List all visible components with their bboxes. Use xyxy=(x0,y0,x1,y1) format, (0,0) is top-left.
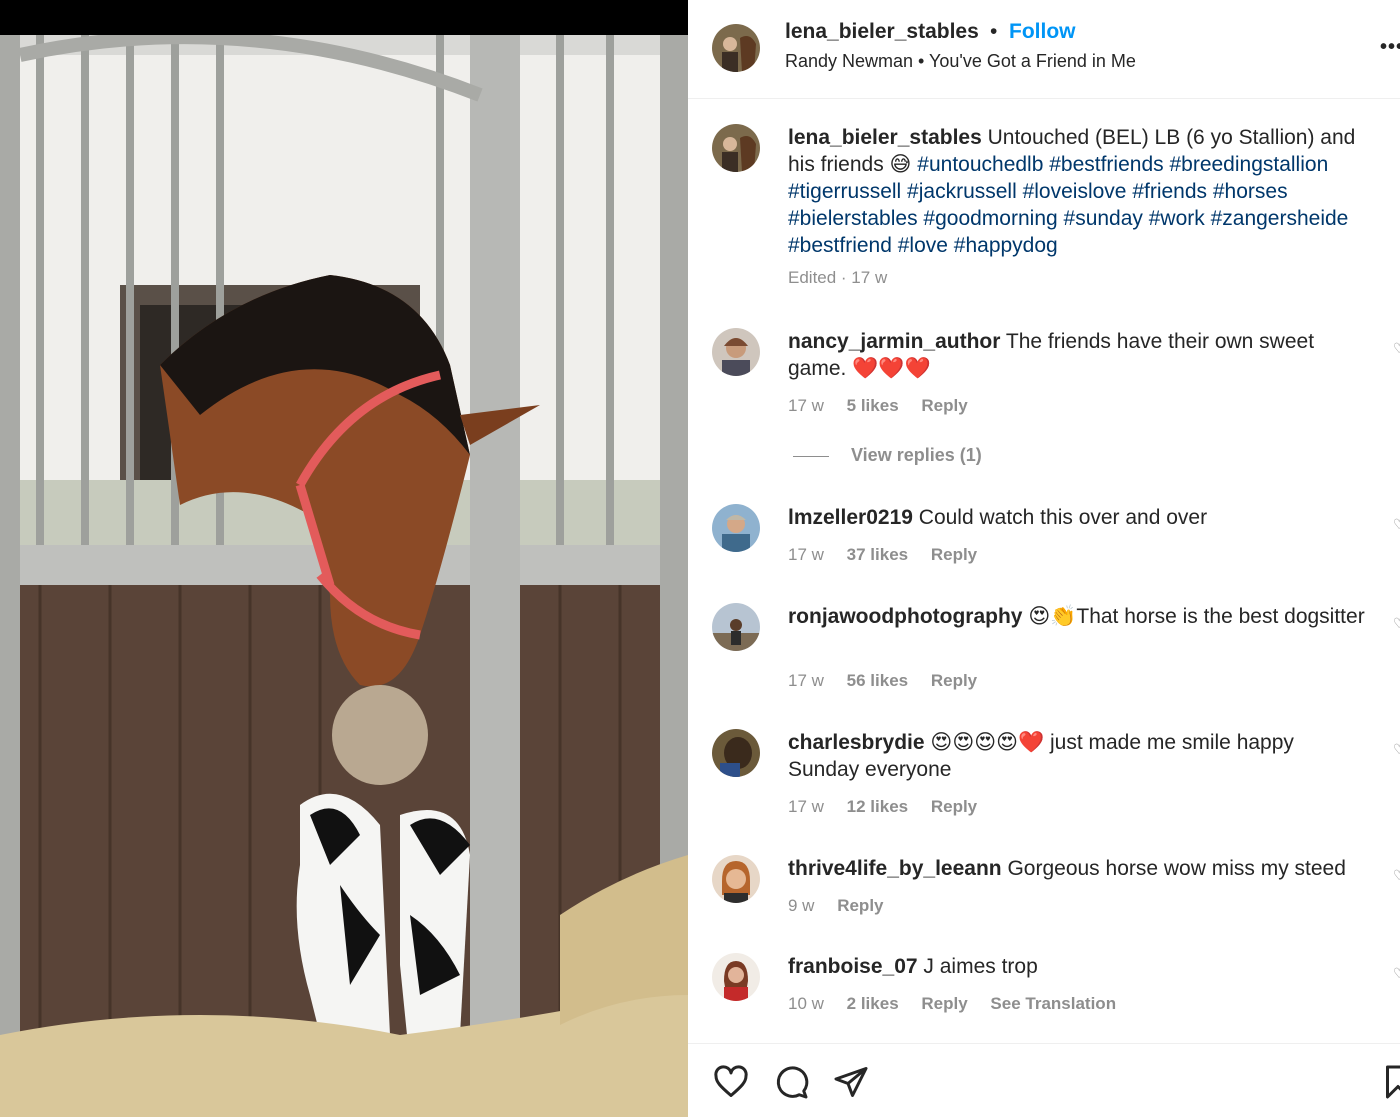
comment-age: 10 w xyxy=(788,994,824,1013)
comment-age: 17 w xyxy=(788,797,824,816)
reply-button[interactable]: Reply xyxy=(921,994,967,1013)
commenter-avatar[interactable] xyxy=(712,953,760,1001)
more-options-icon[interactable]: ••• xyxy=(1380,36,1400,59)
reply-button[interactable]: Reply xyxy=(837,896,883,915)
comment-text: Gorgeous horse wow miss my steed xyxy=(1007,857,1346,880)
audio-track-link[interactable]: Randy Newman • You've Got a Friend in Me xyxy=(785,51,1136,72)
heart-icon[interactable] xyxy=(713,1064,749,1100)
comment-meta: 9 w Reply xyxy=(788,896,902,916)
comment-text: 😍👏That horse is the best dogsitter xyxy=(1028,605,1365,628)
comment-meta: 10 w 2 likes Reply See Translation xyxy=(788,994,1134,1014)
comment-like-icon[interactable]: ♡ xyxy=(1393,516,1400,533)
comment-like-icon[interactable]: ♡ xyxy=(1393,741,1400,758)
comment-meta: 17 w 12 likes Reply xyxy=(788,797,995,817)
caption-avatar[interactable] xyxy=(712,124,760,172)
author-avatar[interactable] xyxy=(712,24,760,72)
comment-likes[interactable]: 12 likes xyxy=(847,797,908,816)
comment-meta: 17 w 37 likes Reply xyxy=(788,545,995,565)
post-media[interactable] xyxy=(0,0,688,1117)
see-translation-button[interactable]: See Translation xyxy=(990,994,1116,1013)
comment-age: 17 w xyxy=(788,545,824,564)
comment-like-icon[interactable]: ♡ xyxy=(1393,340,1400,357)
view-replies-label: View replies (1) xyxy=(851,445,982,465)
comment-likes[interactable]: 37 likes xyxy=(847,545,908,564)
comment-likes[interactable]: 5 likes xyxy=(847,396,899,415)
comment-username[interactable]: thrive4life_by_leeann xyxy=(788,857,1002,880)
view-replies-button[interactable]: View replies (1) xyxy=(793,445,982,466)
comment-username[interactable]: lmzeller0219 xyxy=(788,506,913,529)
reply-button[interactable]: Reply xyxy=(931,671,977,690)
comment-age: 17 w xyxy=(788,396,824,415)
comment-username[interactable]: nancy_jarmin_author xyxy=(788,330,1000,353)
reply-button[interactable]: Reply xyxy=(921,396,967,415)
comment-icon[interactable] xyxy=(773,1064,809,1100)
post-caption: lena_bieler_stables Untouched (BEL) LB (… xyxy=(788,124,1378,259)
reply-button[interactable]: Reply xyxy=(931,545,977,564)
comment-like-icon[interactable]: ♡ xyxy=(1393,965,1400,982)
post-detail-panel: lena_bieler_stables • Follow Randy Newma… xyxy=(688,0,1400,1117)
comment-meta: 17 w 56 likes Reply xyxy=(788,671,995,691)
comment-text: J aimes trop xyxy=(923,955,1038,978)
author-username[interactable]: lena_bieler_stables xyxy=(785,20,979,44)
follow-button[interactable]: Follow xyxy=(1009,20,1076,44)
comment-username[interactable]: franboise_07 xyxy=(788,955,918,978)
share-icon[interactable] xyxy=(833,1064,869,1100)
comment-username[interactable]: charlesbrydie xyxy=(788,731,925,754)
comment-like-icon[interactable]: ♡ xyxy=(1393,867,1400,884)
post-action-bar xyxy=(688,1043,1400,1117)
comment-like-icon[interactable]: ♡ xyxy=(1393,615,1400,632)
comment-meta: 17 w 5 likes Reply xyxy=(788,396,986,416)
bookmark-icon[interactable] xyxy=(1380,1064,1400,1100)
commenter-avatar[interactable] xyxy=(712,504,760,552)
comment-username[interactable]: ronjawoodphotography xyxy=(788,605,1022,628)
replies-divider xyxy=(793,455,829,457)
caption-username[interactable]: lena_bieler_stables xyxy=(788,126,982,149)
commenter-avatar[interactable] xyxy=(712,855,760,903)
commenter-avatar[interactable] xyxy=(712,328,760,376)
comment-likes[interactable]: 2 likes xyxy=(847,994,899,1013)
commenter-avatar[interactable] xyxy=(712,603,760,651)
reply-button[interactable]: Reply xyxy=(931,797,977,816)
post-header: lena_bieler_stables • Follow Randy Newma… xyxy=(688,0,1400,99)
comment-age: 17 w xyxy=(788,671,824,690)
commenter-avatar[interactable] xyxy=(712,729,760,777)
comment-text: Could watch this over and over xyxy=(918,506,1208,529)
stable-video-frame xyxy=(0,35,688,1117)
header-separator: • xyxy=(990,20,998,43)
comment-likes[interactable]: 56 likes xyxy=(847,671,908,690)
comment-age: 9 w xyxy=(788,896,815,915)
caption-meta: Edited · 17 w xyxy=(788,268,888,287)
